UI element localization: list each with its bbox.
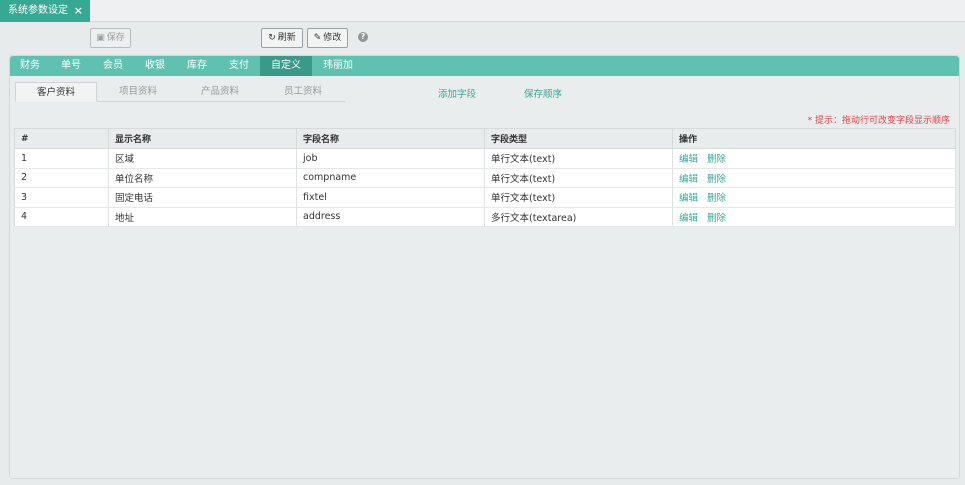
settings-panel: 财务 单号 会员 收银 库存 支付 自定义 玮丽加 客户资料 项目资料 产品资料… xyxy=(9,55,960,479)
help-icon[interactable]: ? xyxy=(358,32,368,42)
delete-link[interactable]: 删除 xyxy=(707,193,726,204)
edit-link[interactable]: 编辑 xyxy=(679,154,698,165)
row-field-name: compname xyxy=(296,168,485,188)
col-header-field-name: 字段名称 xyxy=(296,128,485,149)
row-display-name: 地址 xyxy=(108,207,297,227)
nav-item-member[interactable]: 会员 xyxy=(92,56,134,76)
nav-item-order-number[interactable]: 单号 xyxy=(50,56,92,76)
refresh-label: 刷新 xyxy=(277,33,296,43)
window-tab-bar: 系统参数设定 × xyxy=(0,0,965,22)
delete-link[interactable]: 删除 xyxy=(707,213,726,224)
row-field-name: fixtel xyxy=(296,187,485,208)
modify-label: 修改 xyxy=(323,33,342,43)
row-field-type: 单行文本(text) xyxy=(484,187,673,208)
modify-button[interactable]: ✎ 修改 xyxy=(307,28,348,48)
row-actions: 编辑 删除 xyxy=(672,207,956,227)
table-row[interactable]: 3 固定电话 fixtel 单行文本(text) 编辑 删除 xyxy=(14,187,956,208)
table-header-row: # 显示名称 字段名称 字段类型 操作 xyxy=(14,128,956,149)
tab-project[interactable]: 项目资料 xyxy=(97,82,179,102)
row-field-type: 多行文本(textarea) xyxy=(484,207,673,227)
edit-link[interactable]: 编辑 xyxy=(679,213,698,224)
row-display-name: 区域 xyxy=(108,148,297,169)
nav-item-custom[interactable]: 自定义 xyxy=(260,56,312,76)
edit-link[interactable]: 编辑 xyxy=(679,193,698,204)
row-actions: 编辑 删除 xyxy=(672,187,956,208)
save-order-link[interactable]: 保存顺序 xyxy=(524,86,562,100)
nav-item-inventory[interactable]: 库存 xyxy=(176,56,218,76)
row-display-name: 单位名称 xyxy=(108,168,297,188)
row-field-type: 单行文本(text) xyxy=(484,168,673,188)
tab-title: 系统参数设定 xyxy=(8,5,68,16)
drag-tip: * 提示：拖动行可改变字段显示顺序 xyxy=(807,116,950,126)
tab-employee[interactable]: 员工资料 xyxy=(261,82,345,102)
custom-fields-table: # 显示名称 字段名称 字段类型 操作 1 区域 job 单行文本(text) … xyxy=(14,128,956,227)
tab-customer[interactable]: 客户资料 xyxy=(15,82,97,102)
wrench-icon: ✎ xyxy=(313,33,322,43)
nav-item-weilijia[interactable]: 玮丽加 xyxy=(312,56,364,76)
row-index: 4 xyxy=(14,207,109,227)
save-button[interactable]: ▣ 保存 xyxy=(90,28,131,48)
table-row[interactable]: 4 地址 address 多行文本(textarea) 编辑 删除 xyxy=(14,207,956,227)
table-row[interactable]: 1 区域 job 单行文本(text) 编辑 删除 xyxy=(14,148,956,169)
refresh-icon: ↻ xyxy=(268,33,276,43)
col-header-index: # xyxy=(14,128,109,149)
save-icon: ▣ xyxy=(96,33,105,43)
add-field-link[interactable]: 添加字段 xyxy=(438,86,476,100)
nav-item-finance[interactable]: 财务 xyxy=(10,56,50,76)
row-display-name: 固定电话 xyxy=(108,187,297,208)
row-actions: 编辑 删除 xyxy=(672,168,956,188)
delete-link[interactable]: 删除 xyxy=(707,154,726,165)
save-label: 保存 xyxy=(106,33,125,43)
row-field-name: address xyxy=(296,207,485,227)
tab-system-settings[interactable]: 系统参数设定 × xyxy=(0,0,90,22)
row-index: 3 xyxy=(14,187,109,208)
category-nav: 财务 单号 会员 收银 库存 支付 自定义 玮丽加 xyxy=(10,56,959,76)
nav-item-cashier[interactable]: 收银 xyxy=(134,56,176,76)
edit-link[interactable]: 编辑 xyxy=(679,174,698,185)
refresh-button[interactable]: ↻ 刷新 xyxy=(261,28,303,48)
table-row[interactable]: 2 单位名称 compname 单行文本(text) 编辑 删除 xyxy=(14,168,956,188)
row-actions: 编辑 删除 xyxy=(672,148,956,169)
nav-item-payment[interactable]: 支付 xyxy=(218,56,260,76)
col-header-display-name: 显示名称 xyxy=(108,128,297,149)
row-field-type: 单行文本(text) xyxy=(484,148,673,169)
col-header-field-type: 字段类型 xyxy=(484,128,673,149)
close-icon[interactable]: × xyxy=(74,0,83,22)
row-field-name: job xyxy=(296,148,485,169)
row-index: 2 xyxy=(14,168,109,188)
record-type-tabs: 客户资料 项目资料 产品资料 员工资料 xyxy=(15,82,345,102)
delete-link[interactable]: 删除 xyxy=(707,174,726,185)
tab-product[interactable]: 产品资料 xyxy=(179,82,261,102)
row-index: 1 xyxy=(14,148,109,169)
col-header-actions: 操作 xyxy=(672,128,956,149)
